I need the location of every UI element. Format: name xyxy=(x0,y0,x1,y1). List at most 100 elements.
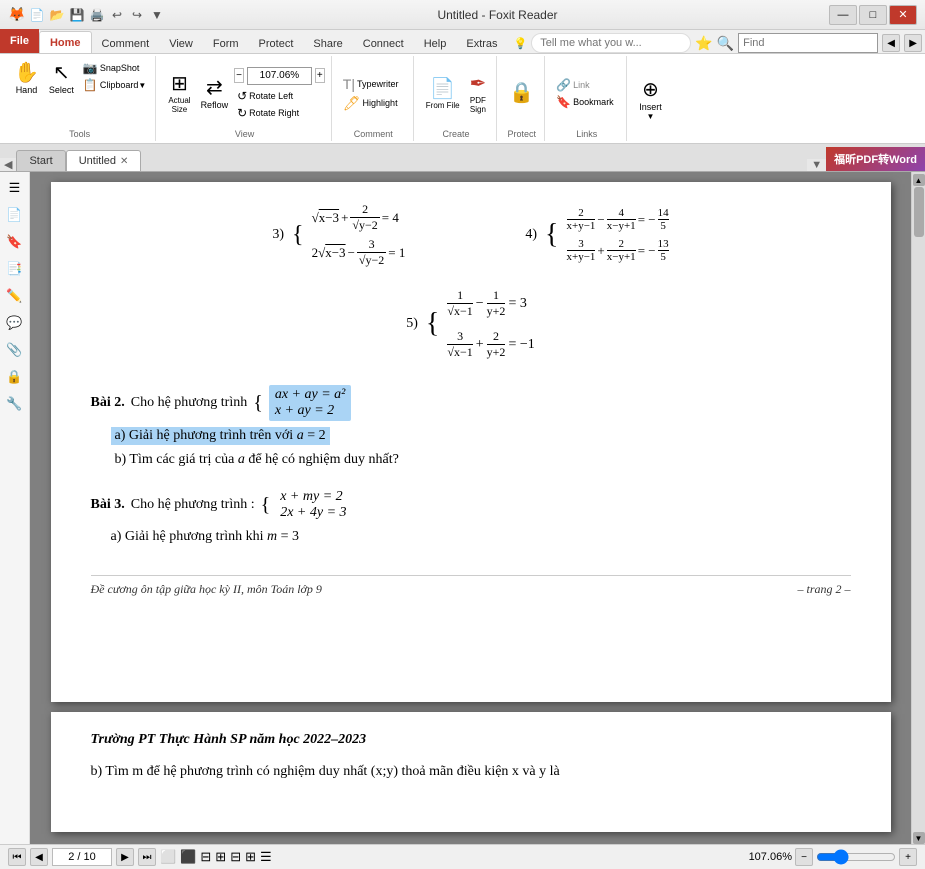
minimize-btn[interactable]: — xyxy=(829,5,857,25)
view-group: ⊞ ActualSize ⇄ Reflow − + ↺ xyxy=(158,56,331,141)
redo-icon[interactable]: ↪ xyxy=(128,6,146,24)
prev-page-btn[interactable]: ◀ xyxy=(30,848,48,866)
search-top-icon[interactable]: 🔍 xyxy=(717,35,734,52)
close-btn[interactable]: ✕ xyxy=(889,5,917,25)
star-icon[interactable]: ⭐ xyxy=(695,35,712,52)
scroll-down[interactable]: ▼ xyxy=(913,832,925,844)
clipboard-btn[interactable]: 📋 Clipboard ▼ xyxy=(80,77,149,93)
view-mode-4[interactable]: ⊞ xyxy=(245,849,256,865)
open-icon[interactable]: 📂 xyxy=(48,6,66,24)
page2-content: b) Tìm m để hệ phương trình có nghiệm du… xyxy=(91,764,851,780)
school-header: Trường PT Thực Hành SP năm học 2022–2023 xyxy=(91,732,851,748)
sidebar-edit[interactable]: ✏️ xyxy=(3,284,27,308)
sidebar-bookmarks[interactable]: 🔖 xyxy=(3,230,27,254)
fit-page-btn[interactable]: ⬛ xyxy=(180,849,196,865)
zoom-slider[interactable] xyxy=(816,850,896,864)
help-tab[interactable]: Help xyxy=(414,35,457,53)
share-tab[interactable]: Share xyxy=(303,35,352,53)
sidebar-pages[interactable]: 📄 xyxy=(3,203,27,227)
zoom-display: 107.06% xyxy=(749,851,792,863)
insert-btn[interactable]: ⊕ Insert ▼ xyxy=(635,75,666,123)
more-icon[interactable]: ▼ xyxy=(148,6,166,24)
pdf-scrollbar[interactable]: ▲ ▼ xyxy=(911,172,925,844)
zoom-minus-btn[interactable]: − xyxy=(234,68,244,83)
zoom-in-btn[interactable]: + xyxy=(899,848,917,866)
problem-4: 4) { 2 x+y−1 − 4 xyxy=(525,202,668,268)
scroll-track xyxy=(913,186,925,832)
pdf-page-2: Trường PT Thực Hành SP năm học 2022–2023… xyxy=(51,712,891,832)
zoom-input[interactable] xyxy=(247,67,312,85)
next-page-btn[interactable]: ▶ xyxy=(116,848,134,866)
scroll-up[interactable]: ▲ xyxy=(913,174,925,186)
comment-label: Comment xyxy=(340,129,407,139)
search-input[interactable] xyxy=(738,33,878,53)
fit-width-btn[interactable]: ⬜ xyxy=(160,849,176,865)
view-mode-2[interactable]: ⊞ xyxy=(215,849,226,865)
sidebar-security[interactable]: 🔒 xyxy=(3,365,27,389)
start-tab[interactable]: Start xyxy=(16,150,65,171)
new-icon[interactable]: 📄 xyxy=(28,6,46,24)
extras-tab[interactable]: Extras xyxy=(456,35,507,53)
sidebar-comments[interactable]: 💬 xyxy=(3,311,27,335)
page-footer: Đề cương ôn tập giữa học kỳ II, môn Toán… xyxy=(91,575,851,597)
select-btn[interactable]: ↖ Select xyxy=(45,58,78,127)
protect-label: Protect xyxy=(505,129,538,139)
create-group: 📄 From File ✒ PDFSign Create xyxy=(416,56,498,141)
rotate-right-btn[interactable]: ↻ Rotate Right xyxy=(234,105,325,121)
sub-b: b) Tìm các giá trị của a để hệ có nghiệm… xyxy=(111,451,851,469)
problem-3: 3) { √x−3 + 2 √y−2 = 4 xyxy=(272,202,405,268)
scroll-thumb[interactable] xyxy=(914,187,924,237)
protect-tab[interactable]: Protect xyxy=(249,35,304,53)
undo-icon[interactable]: ↩ xyxy=(108,6,126,24)
page-number-input[interactable] xyxy=(52,848,112,866)
file-tab[interactable]: File xyxy=(0,29,39,53)
tabs-dropdown[interactable]: ▼ xyxy=(811,159,822,171)
actual-size-btn[interactable]: ⊞ ActualSize xyxy=(164,69,194,116)
search-next[interactable]: ▶ xyxy=(904,34,922,52)
link-btn[interactable]: 🔗 Link xyxy=(553,77,616,93)
sidebar-links[interactable]: 📎 xyxy=(3,338,27,362)
highlight-btn[interactable]: 🖊 Highlight xyxy=(340,94,402,113)
form-tab[interactable]: Form xyxy=(203,35,249,53)
pdf-convert-badge[interactable]: 福昕PDF转Word xyxy=(826,147,925,171)
zoom-out-btn[interactable]: − xyxy=(795,848,813,866)
maximize-btn[interactable]: □ xyxy=(859,5,887,25)
hand-btn[interactable]: ✋ Hand xyxy=(10,58,43,127)
home-tab[interactable]: Home xyxy=(39,31,92,53)
view-mode-3[interactable]: ⊟ xyxy=(230,849,241,865)
save-icon[interactable]: 💾 xyxy=(68,6,86,24)
protect-btn[interactable]: 🔒 xyxy=(505,78,538,107)
view-mode-1[interactable]: ⊟ xyxy=(200,849,211,865)
tools-group: ✋ Hand ↖ Select 📷 SnapShot 📋 Clipboard ▼… xyxy=(4,56,156,141)
tools-label: Tools xyxy=(10,129,149,139)
last-page-btn[interactable]: ⏭ xyxy=(138,848,156,866)
tabs-scroll-left[interactable]: ◀ xyxy=(4,158,12,171)
sidebar-layers[interactable]: 📑 xyxy=(3,257,27,281)
rotate-left-btn[interactable]: ↺ Rotate Left xyxy=(234,88,325,104)
search-prev[interactable]: ◀ xyxy=(882,34,900,52)
comment-tab[interactable]: Comment xyxy=(92,35,160,53)
create-label: Create xyxy=(422,129,491,139)
connect-tab[interactable]: Connect xyxy=(353,35,414,53)
typewriter-btn[interactable]: T| Typewriter xyxy=(340,75,402,93)
title-bar-left: 🦊 📄 📂 💾 🖨️ ↩ ↪ ▼ xyxy=(8,6,166,24)
view-tab[interactable]: View xyxy=(159,35,203,53)
pdf-viewer[interactable]: 3) { √x−3 + 2 √y−2 = 4 xyxy=(30,172,911,844)
reflow-btn[interactable]: ⇄ Reflow xyxy=(197,73,233,112)
pdf-sign-btn[interactable]: ✒ PDFSign xyxy=(466,69,491,116)
first-page-btn[interactable]: ⏮ xyxy=(8,848,26,866)
bookmark-btn[interactable]: 🔖 Bookmark xyxy=(553,94,616,110)
print-icon[interactable]: 🖨️ xyxy=(88,6,106,24)
bai2: Bài 2. Cho hệ phương trình { ax + ay = a… xyxy=(91,385,851,469)
view-mode-5[interactable]: ☰ xyxy=(260,849,272,865)
close-untitled-tab[interactable]: ✕ xyxy=(120,156,128,167)
sidebar-navigate[interactable]: ☰ xyxy=(3,176,27,200)
window-controls: — □ ✕ xyxy=(829,5,917,25)
zoom-plus-btn[interactable]: + xyxy=(315,68,325,83)
from-file-btn[interactable]: 📄 From File xyxy=(422,74,464,112)
pdf-page-1: 3) { √x−3 + 2 √y−2 = 4 xyxy=(51,182,891,702)
untitled-tab[interactable]: Untitled ✕ xyxy=(66,150,142,171)
tell-me-input[interactable] xyxy=(531,33,691,53)
sidebar-tools2[interactable]: 🔧 xyxy=(3,392,27,416)
snapshot-btn[interactable]: 📷 SnapShot xyxy=(80,60,149,76)
